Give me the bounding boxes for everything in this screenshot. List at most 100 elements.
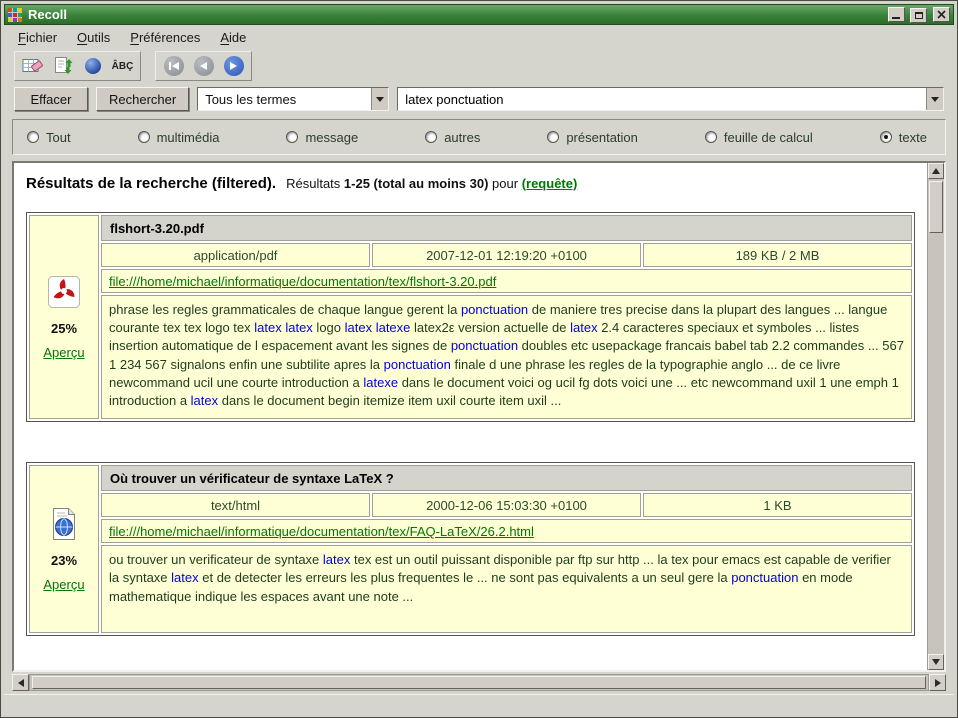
- relevance-percent: 25%: [51, 321, 77, 336]
- filter-feuille-de-calcul[interactable]: feuille de calcul: [705, 130, 813, 145]
- result-size: 1 KB: [643, 493, 912, 517]
- previous-page-icon: [194, 56, 214, 76]
- radio-icon[interactable]: [425, 131, 437, 143]
- menu-aide[interactable]: Aide: [212, 27, 254, 48]
- result-2-left-panel: 23% Aperçu: [29, 465, 99, 633]
- result-date: 2000-12-06 15:03:30 +0100: [372, 493, 641, 517]
- result-date: 2007-12-01 12:19:20 +0100: [372, 243, 641, 267]
- minimize-button[interactable]: [888, 7, 905, 22]
- arrow-up-icon: [932, 168, 940, 174]
- window-controls: [886, 7, 950, 23]
- result-meta-row: application/pdf 2007-12-01 12:19:20 +010…: [101, 243, 912, 267]
- result-1-left-panel: 25% Aperçu: [29, 215, 99, 419]
- radio-icon[interactable]: [138, 131, 150, 143]
- result-snippet: ou trouver un verificateur de syntaxe la…: [101, 545, 912, 633]
- preview-link[interactable]: Aperçu: [43, 577, 84, 592]
- results-range: 1-25 (total au moins 30): [344, 176, 488, 191]
- result-url-link[interactable]: file:///home/michael/informatique/docume…: [109, 274, 496, 289]
- scroll-down-button[interactable]: [928, 654, 944, 670]
- results-header: Résultats de la recherche (filtered). Rés…: [26, 175, 915, 192]
- clear-search-icon: [22, 56, 44, 76]
- maximize-icon: [915, 12, 923, 19]
- result-item-1: 25% Aperçu flshort-3.20.pdf application/…: [26, 212, 915, 422]
- chevron-down-icon: [376, 97, 384, 102]
- menu-fichier[interactable]: Fichier: [10, 27, 65, 48]
- filter-tout[interactable]: Tout: [27, 130, 71, 145]
- term-explorer-icon: ÂBÇ: [112, 61, 134, 72]
- query-details-button[interactable]: [79, 54, 106, 78]
- close-icon: [937, 10, 946, 19]
- result-size: 189 KB / 2 MB: [643, 243, 912, 267]
- radio-icon[interactable]: [286, 131, 298, 143]
- toolbar-group-tools: ÂBÇ: [14, 51, 141, 81]
- results-title: Résultats de la recherche (filtered).: [26, 175, 276, 192]
- toolbar: ÂBÇ: [4, 49, 954, 83]
- filter-presentation[interactable]: présentation: [547, 130, 638, 145]
- result-url-row: file:///home/michael/informatique/docume…: [101, 519, 912, 543]
- vertical-scroll-track[interactable]: [928, 179, 944, 654]
- results-label: Résultats: [286, 176, 340, 191]
- scroll-right-button[interactable]: [929, 674, 946, 691]
- query-details-icon: [83, 56, 103, 76]
- preview-link[interactable]: Aperçu: [43, 345, 84, 360]
- search-mode-dropdown-button[interactable]: [371, 88, 388, 110]
- radio-icon[interactable]: [547, 131, 559, 143]
- result-snippet: phrase les regles grammaticales de chaqu…: [101, 295, 912, 419]
- search-button[interactable]: Rechercher: [96, 87, 189, 111]
- clear-button[interactable]: Effacer: [14, 87, 88, 111]
- filter-message[interactable]: message: [286, 130, 358, 145]
- radio-icon[interactable]: [880, 131, 892, 143]
- toolbar-group-pages: [155, 51, 252, 81]
- relevance-percent: 23%: [51, 553, 77, 568]
- scroll-left-button[interactable]: [12, 674, 29, 691]
- filter-multimedia[interactable]: multimédia: [138, 130, 220, 145]
- vertical-scroll-thumb[interactable]: [929, 181, 943, 233]
- previous-page-button[interactable]: [190, 54, 217, 78]
- horizontal-scroll-track[interactable]: [29, 674, 929, 691]
- radio-icon[interactable]: [27, 131, 39, 143]
- menu-preferences[interactable]: Préférences: [122, 27, 208, 48]
- close-button[interactable]: [933, 7, 950, 22]
- menu-outils[interactable]: Outils: [69, 27, 118, 48]
- query-combobox[interactable]: [397, 87, 944, 111]
- search-mode-value: Tous les termes: [198, 88, 371, 110]
- recoll-window: Recoll Fichier Outils Préférences Aide: [0, 0, 958, 718]
- horizontal-scrollbar[interactable]: [12, 674, 946, 691]
- titlebar[interactable]: Recoll: [4, 4, 954, 25]
- maximize-button[interactable]: [910, 8, 927, 23]
- result-meta-row: text/html 2000-12-06 15:03:30 +0100 1 KB: [101, 493, 912, 517]
- query-history-dropdown-button[interactable]: [926, 88, 943, 110]
- first-page-button[interactable]: [160, 54, 187, 78]
- result-url-row: file:///home/michael/informatique/docume…: [101, 269, 912, 293]
- result-item-2: 23% Aperçu Où trouver un vérificateur de…: [26, 462, 915, 636]
- recoll-app-icon: [8, 8, 22, 22]
- update-index-icon: [53, 56, 73, 76]
- scroll-up-button[interactable]: [928, 163, 944, 179]
- term-explorer-button[interactable]: ÂBÇ: [109, 54, 136, 78]
- radio-icon[interactable]: [705, 131, 717, 143]
- result-mime-type: application/pdf: [101, 243, 370, 267]
- query-input[interactable]: [398, 88, 926, 110]
- clear-search-button[interactable]: [19, 54, 46, 78]
- doc-type-filterbox: Tout multimédia message autres présentat…: [12, 119, 946, 155]
- result-mime-type: text/html: [101, 493, 370, 517]
- statusbar: [4, 694, 954, 714]
- search-mode-select[interactable]: Tous les termes: [197, 87, 389, 111]
- chevron-down-icon: [931, 97, 939, 102]
- results-list: Résultats de la recherche (filtered). Rés…: [14, 163, 927, 670]
- search-row: Effacer Rechercher Tous les termes: [4, 83, 954, 117]
- arrow-right-icon: [935, 679, 941, 687]
- query-details-link[interactable]: (requête): [522, 176, 578, 191]
- filter-texte[interactable]: texte: [880, 130, 927, 145]
- results-panel: Résultats de la recherche (filtered). Rés…: [12, 161, 946, 672]
- menubar: Fichier Outils Préférences Aide: [4, 25, 954, 49]
- filter-autres[interactable]: autres: [425, 130, 480, 145]
- next-page-button[interactable]: [220, 54, 247, 78]
- results-pour: pour: [492, 176, 518, 191]
- result-url-link[interactable]: file:///home/michael/informatique/docume…: [109, 524, 534, 539]
- result-title: Où trouver un vérificateur de syntaxe La…: [101, 465, 912, 491]
- update-index-button[interactable]: [49, 54, 76, 78]
- first-page-icon: [164, 56, 184, 76]
- vertical-scrollbar[interactable]: [927, 163, 944, 670]
- horizontal-scroll-thumb[interactable]: [32, 676, 926, 689]
